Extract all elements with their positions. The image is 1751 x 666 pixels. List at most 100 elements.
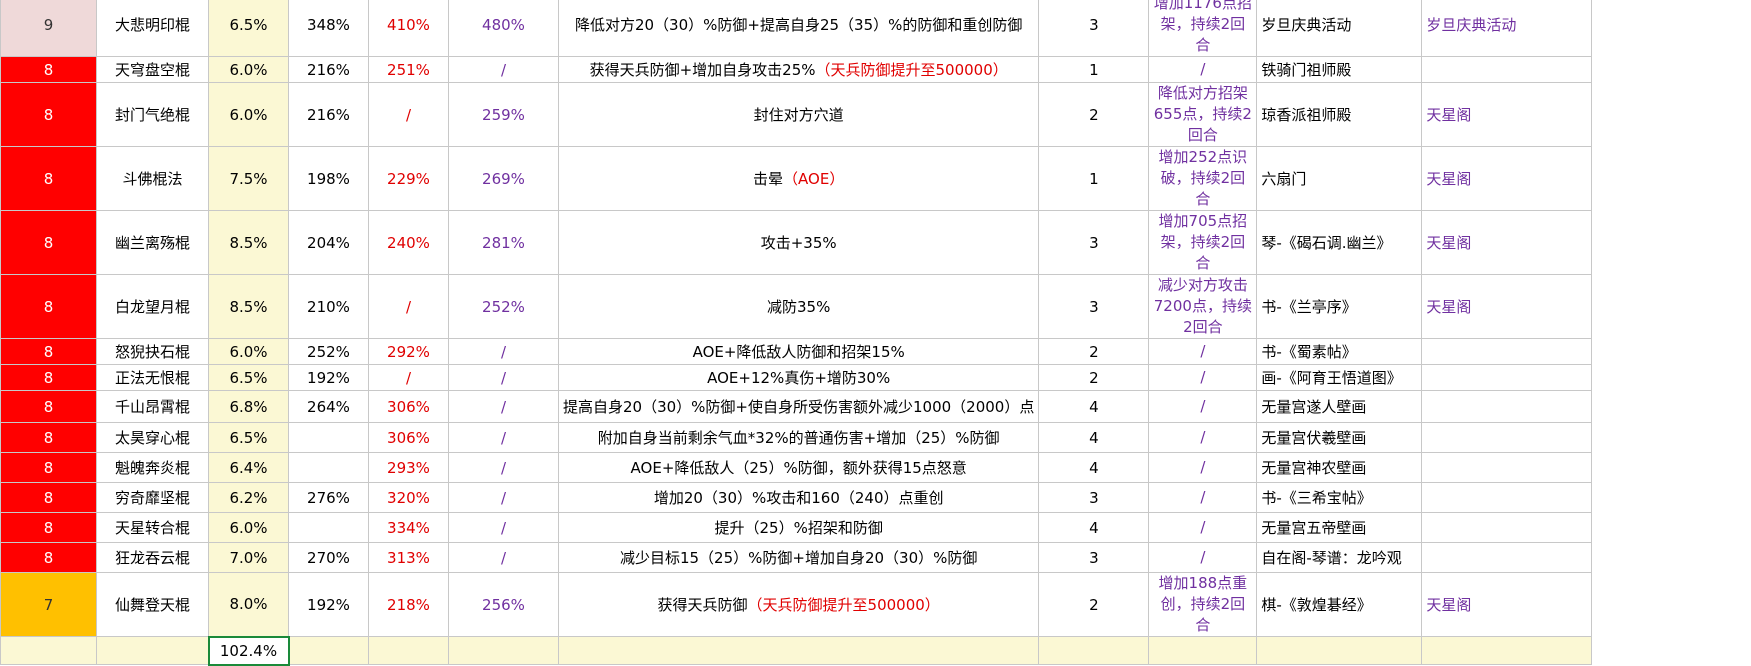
- skill-name-cell[interactable]: 正法无恨棍: [96, 364, 209, 391]
- source2-cell[interactable]: 天星阁: [1421, 210, 1593, 275]
- value3-cell[interactable]: /: [448, 390, 559, 423]
- value3-cell[interactable]: 252%: [448, 274, 559, 339]
- source-cell[interactable]: 琼香派祖师殿: [1256, 82, 1423, 147]
- description-cell[interactable]: AOE+降低敌人（25）%防御，额外获得15点怒意: [557, 452, 1040, 483]
- count-cell[interactable]: 1: [1038, 146, 1150, 211]
- cell[interactable]: [448, 636, 559, 665]
- effect-cell[interactable]: /: [1148, 542, 1258, 573]
- effect-cell[interactable]: /: [1148, 56, 1258, 83]
- value1-cell[interactable]: [288, 452, 369, 483]
- value3-cell[interactable]: /: [448, 482, 559, 513]
- value3-cell[interactable]: 281%: [448, 210, 559, 275]
- value1-cell[interactable]: 192%: [288, 572, 369, 637]
- source2-cell[interactable]: [1421, 390, 1593, 423]
- source2-cell[interactable]: [1421, 364, 1593, 391]
- skill-name-cell[interactable]: 斗佛棍法: [96, 146, 209, 211]
- value2-cell[interactable]: 320%: [368, 482, 449, 513]
- skill-name-cell[interactable]: 魁魄奔炎棍: [96, 452, 209, 483]
- percent-cell[interactable]: 7.0%: [208, 542, 289, 573]
- source-cell[interactable]: 六扇门: [1256, 146, 1423, 211]
- source2-cell[interactable]: 天星阁: [1421, 572, 1593, 637]
- source2-cell[interactable]: 天星阁: [1421, 146, 1593, 211]
- count-cell[interactable]: 2: [1038, 572, 1150, 637]
- source-cell[interactable]: 无量宫五帝壁画: [1256, 512, 1423, 543]
- source-cell[interactable]: 无量宫伏羲壁画: [1256, 422, 1423, 453]
- value3-cell[interactable]: /: [448, 364, 559, 391]
- level-cell[interactable]: 8: [0, 512, 97, 543]
- value2-cell[interactable]: 218%: [368, 572, 449, 637]
- skill-name-cell[interactable]: 大悲明印棍: [96, 0, 209, 57]
- level-cell[interactable]: 8: [0, 390, 97, 423]
- source-cell[interactable]: 无量宫遂人壁画: [1256, 390, 1423, 423]
- percent-cell[interactable]: 6.0%: [208, 512, 289, 543]
- effect-cell[interactable]: 降低对方招架655点，持续2回合: [1148, 82, 1258, 147]
- skill-name-cell[interactable]: 怒猊抉石棍: [96, 338, 209, 365]
- value1-cell[interactable]: 348%: [288, 0, 369, 57]
- count-cell[interactable]: 1: [1038, 56, 1150, 83]
- level-cell[interactable]: 8: [0, 542, 97, 573]
- value2-cell[interactable]: /: [368, 364, 449, 391]
- value3-cell[interactable]: /: [448, 338, 559, 365]
- skill-name-cell[interactable]: 穷奇靡坚棍: [96, 482, 209, 513]
- count-cell[interactable]: 4: [1038, 422, 1150, 453]
- value1-cell[interactable]: 270%: [288, 542, 369, 573]
- effect-cell[interactable]: /: [1148, 482, 1258, 513]
- value3-cell[interactable]: /: [448, 512, 559, 543]
- source2-cell[interactable]: [1421, 422, 1593, 453]
- count-cell[interactable]: 2: [1038, 364, 1150, 391]
- cell[interactable]: [1148, 636, 1258, 665]
- level-cell[interactable]: 8: [0, 364, 97, 391]
- skill-name-cell[interactable]: 天穹盘空棍: [96, 56, 209, 83]
- source2-cell[interactable]: 天星阁: [1421, 82, 1593, 147]
- percent-cell[interactable]: 7.5%: [208, 146, 289, 211]
- effect-cell[interactable]: /: [1148, 512, 1258, 543]
- value2-cell[interactable]: 229%: [368, 146, 449, 211]
- description-cell[interactable]: 增加20（30）%攻击和160（240）点重创: [557, 482, 1040, 513]
- source-cell[interactable]: 自在阁-琴谱：龙吟观: [1256, 542, 1423, 573]
- value2-cell[interactable]: 306%: [368, 390, 449, 423]
- value1-cell[interactable]: 276%: [288, 482, 369, 513]
- description-cell[interactable]: AOE+12%真伤+增防30%: [557, 364, 1040, 391]
- skill-name-cell[interactable]: 封门气绝棍: [96, 82, 209, 147]
- source-cell[interactable]: 书-《三希宝帖》: [1256, 482, 1423, 513]
- description-cell[interactable]: 减少目标15（25）%防御+增加自身20（30）%防御: [557, 542, 1040, 573]
- value2-cell[interactable]: 251%: [368, 56, 449, 83]
- source-cell[interactable]: 无量宫神农壁画: [1256, 452, 1423, 483]
- description-cell[interactable]: 降低对方20（30）%防御+提高自身25（35）%的防御和重创防御: [557, 0, 1040, 57]
- value3-cell[interactable]: /: [448, 452, 559, 483]
- cell[interactable]: [0, 636, 97, 665]
- level-cell[interactable]: 8: [0, 82, 97, 147]
- percent-cell[interactable]: 6.0%: [208, 82, 289, 147]
- value2-cell[interactable]: 292%: [368, 338, 449, 365]
- skill-name-cell[interactable]: 太昊穿心棍: [96, 422, 209, 453]
- value1-cell[interactable]: 216%: [288, 56, 369, 83]
- percent-cell[interactable]: 6.5%: [208, 364, 289, 391]
- value3-cell[interactable]: 256%: [448, 572, 559, 637]
- value1-cell[interactable]: 210%: [288, 274, 369, 339]
- source-cell[interactable]: 琴-《碣石调.幽兰》: [1256, 210, 1423, 275]
- description-cell[interactable]: 减防35%: [557, 274, 1040, 339]
- value2-cell[interactable]: 240%: [368, 210, 449, 275]
- source2-cell[interactable]: [1421, 512, 1593, 543]
- total-percent-cell[interactable]: 102.4%: [207, 635, 290, 666]
- count-cell[interactable]: 3: [1038, 542, 1150, 573]
- value3-cell[interactable]: 480%: [448, 0, 559, 57]
- level-cell[interactable]: 8: [0, 146, 97, 211]
- percent-cell[interactable]: 8.5%: [208, 274, 289, 339]
- value2-cell[interactable]: 313%: [368, 542, 449, 573]
- level-cell[interactable]: 9: [0, 0, 97, 57]
- percent-cell[interactable]: 6.0%: [208, 338, 289, 365]
- level-cell[interactable]: 8: [0, 452, 97, 483]
- value3-cell[interactable]: 259%: [448, 82, 559, 147]
- description-cell[interactable]: AOE+降低敌人防御和招架15%: [557, 338, 1040, 365]
- value3-cell[interactable]: 269%: [448, 146, 559, 211]
- source2-cell[interactable]: [1421, 56, 1593, 83]
- value1-cell[interactable]: 252%: [288, 338, 369, 365]
- source-cell[interactable]: 书-《兰亭序》: [1256, 274, 1423, 339]
- source2-cell[interactable]: [1421, 338, 1593, 365]
- source2-cell[interactable]: [1421, 482, 1593, 513]
- effect-cell[interactable]: /: [1148, 364, 1258, 391]
- skill-name-cell[interactable]: 天星转合棍: [96, 512, 209, 543]
- source-cell[interactable]: 画-《阿育王悟道图》: [1256, 364, 1423, 391]
- percent-cell[interactable]: 6.5%: [208, 422, 289, 453]
